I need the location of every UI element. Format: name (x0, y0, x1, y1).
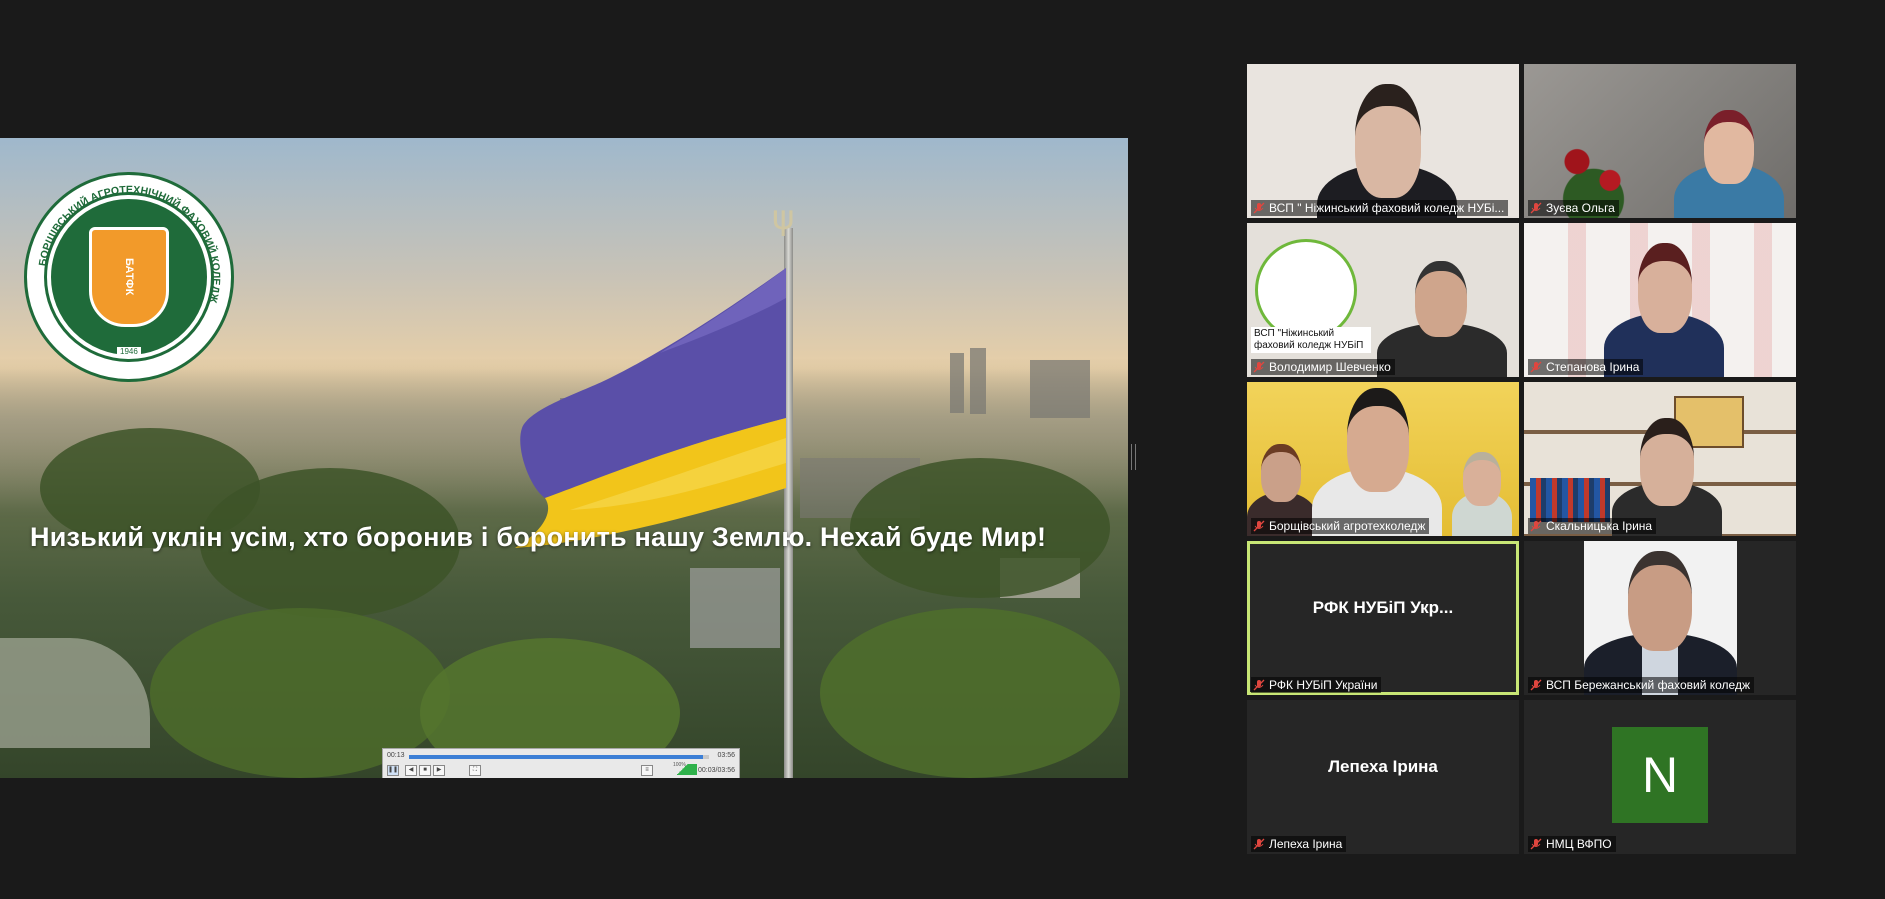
logo-shield-text: БАТФК (123, 258, 135, 296)
participant-name: Степанова Ірина (1546, 360, 1640, 374)
college-badge (1255, 239, 1357, 341)
building (1030, 360, 1090, 418)
player-time-detail: 00:03/03:56 (698, 767, 735, 774)
badge-overlay: ВСП "Ніжинський фаховий коледж НУБіП (1251, 327, 1371, 353)
participant-avatar: N (1612, 727, 1708, 823)
trident-icon: ψ (772, 198, 795, 238)
person-head (1347, 388, 1409, 492)
muted-mic-icon (1253, 520, 1265, 532)
participant-tile-active[interactable]: РФК НУБіП Укр... РФК НУБіП України (1247, 541, 1519, 695)
participant-photo (1584, 541, 1737, 695)
person-head (1640, 418, 1694, 506)
participant-name: НМЦ ВФПО (1546, 837, 1612, 851)
person-head (1415, 261, 1467, 337)
muted-mic-icon (1253, 838, 1265, 850)
pause-icon[interactable]: ❚❚ (387, 765, 399, 776)
building (690, 568, 780, 648)
muted-mic-icon (1530, 679, 1542, 691)
participant-name: Борщівський агротехколедж (1269, 519, 1426, 533)
volume-slider[interactable] (667, 764, 697, 775)
participant-label: ВСП Бережанський фаховий коледж (1528, 677, 1754, 693)
media-player-controls[interactable]: 00:13 03:56 ❚❚ ◀ ■ ▶ ⛶ ≡ 100% 00:03/03:5… (382, 748, 740, 778)
logo-year: 1946 (117, 347, 141, 356)
previous-icon[interactable]: ◀ (405, 765, 417, 776)
muted-mic-icon (1530, 520, 1542, 532)
muted-mic-icon (1253, 361, 1265, 373)
fullscreen-icon[interactable]: ⛶ (469, 765, 481, 776)
participant-label: РФК НУБіП України (1251, 677, 1382, 693)
participant-tile[interactable]: Борщівський агротехколедж (1247, 382, 1519, 536)
person-head (1261, 444, 1301, 502)
muted-mic-icon (1253, 679, 1265, 691)
shared-screen: ψ БОРЩІВСЬКИЙ АГРОТЕХНІЧНИЙ ФАХОВИЙ КОЛЕ… (0, 138, 1128, 778)
muted-mic-icon (1530, 838, 1542, 850)
building (950, 353, 964, 413)
next-icon[interactable]: ▶ (433, 765, 445, 776)
tree (820, 608, 1120, 778)
participant-tile[interactable]: N НМЦ ВФПО (1524, 700, 1796, 854)
logo-inner: БАТФК 1946 (47, 195, 211, 359)
player-elapsed: 00:13 (387, 752, 405, 759)
muted-mic-icon (1253, 202, 1265, 214)
building (0, 638, 150, 748)
participant-name: Зуєва Ольга (1546, 201, 1615, 215)
participant-tile[interactable]: Степанова Ірина (1524, 223, 1796, 377)
participant-label: Скальницька Ірина (1528, 518, 1657, 534)
badge-overlay-text: ВСП "Ніжинський фаховий коледж НУБіП (1254, 328, 1364, 351)
participant-name: Лепеха Ірина (1269, 837, 1343, 851)
participant-label: Володимир Шевченко (1251, 359, 1395, 375)
muted-mic-icon (1530, 202, 1542, 214)
participant-name: Володимир Шевченко (1269, 360, 1391, 374)
participant-label: ВСП " Ніжинський фаховий коледж НУБі... (1251, 200, 1509, 216)
muted-mic-icon (1530, 361, 1542, 373)
person-head (1628, 551, 1692, 651)
participant-tile[interactable]: ВСП Бережанський фаховий коледж (1524, 541, 1796, 695)
share-caption: Низький уклін усім, хто боронив і борони… (30, 522, 1047, 552)
participant-name: РФК НУБіП України (1269, 678, 1378, 692)
split-view-handle[interactable] (1131, 444, 1136, 470)
participant-tile[interactable]: Зуєва Ольга (1524, 64, 1796, 218)
participant-name: ВСП Бережанський фаховий коледж (1546, 678, 1750, 692)
participant-name: Скальницька Ірина (1546, 519, 1653, 533)
participant-label: НМЦ ВФПО (1528, 836, 1616, 852)
participant-display-name: РФК НУБіП Укр... (1312, 598, 1454, 617)
college-logo: БОРЩІВСЬКИЙ АГРОТЕХНІЧНИЙ ФАХОВИЙ КОЛЕДЖ… (24, 172, 234, 382)
participant-tile[interactable]: ВСП " Ніжинський фаховий коледж НУБі... (1247, 64, 1519, 218)
books (1530, 478, 1610, 522)
playlist-icon[interactable]: ≡ (641, 765, 653, 776)
participant-label: Степанова Ірина (1528, 359, 1644, 375)
building (970, 348, 986, 414)
person-head (1638, 243, 1692, 333)
participant-label: Зуєва Ольга (1528, 200, 1619, 216)
stop-icon[interactable]: ■ (419, 765, 431, 776)
participant-label: Борщівський агротехколедж (1251, 518, 1430, 534)
player-seek-fill (409, 755, 703, 759)
participant-tile[interactable]: Лепеха Ірина Лепеха Ірина (1247, 700, 1519, 854)
participant-label: Лепеха Ірина (1251, 836, 1347, 852)
person-head (1463, 452, 1501, 506)
participant-tile[interactable]: Скальницька Ірина (1524, 382, 1796, 536)
participant-tile[interactable]: ВСП "Ніжинський фаховий коледж НУБіП Вол… (1247, 223, 1519, 377)
participant-display-name: Лепеха Ірина (1328, 757, 1438, 776)
person-head (1355, 84, 1421, 198)
player-duration: 03:56 (717, 752, 735, 759)
player-seek-bar[interactable] (409, 755, 709, 759)
ukraine-flag (515, 268, 786, 548)
logo-shield: БАТФК (89, 227, 169, 327)
participant-name: ВСП " Ніжинський фаховий коледж НУБі... (1269, 201, 1505, 215)
person-head (1704, 110, 1754, 184)
